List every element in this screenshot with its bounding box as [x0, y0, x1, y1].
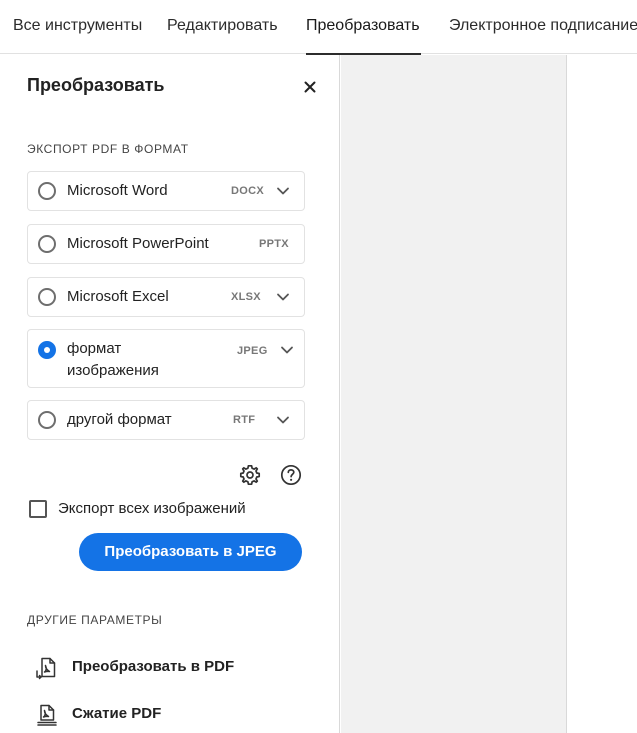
compress-pdf-label: Сжатие PDF [72, 705, 162, 722]
help-button[interactable] [279, 463, 303, 487]
tab-e-sign[interactable]: Электронное подписание [449, 0, 637, 54]
format-option-image[interactable]: формат изображения JPEG [27, 329, 305, 388]
tab-edit[interactable]: Редактировать [167, 0, 278, 54]
export-all-images-label: Экспорт всех изображений [58, 500, 246, 517]
format-option-other[interactable]: другой формат RTF [27, 400, 305, 440]
radio-word[interactable] [38, 182, 56, 200]
format-option-powerpoint[interactable]: Microsoft PowerPoint PPTX [27, 224, 305, 264]
help-icon [280, 464, 302, 486]
chevron-down-icon[interactable] [279, 342, 295, 358]
format-option-excel[interactable]: Microsoft Excel XLSX [27, 277, 305, 317]
top-tab-bar: Все инструменты Редактировать Преобразов… [0, 0, 637, 55]
format-extension: PPTX [259, 238, 289, 250]
format-option-word[interactable]: Microsoft Word DOCX [27, 171, 305, 211]
format-option-label: Microsoft Word [67, 182, 168, 199]
right-blank-area [567, 55, 637, 733]
chevron-down-icon[interactable] [275, 289, 291, 305]
export-section-label: ЭКСПОРТ PDF В ФОРМАТ [27, 142, 189, 156]
format-option-label: формат изображения [67, 340, 159, 379]
chevron-down-icon[interactable] [275, 412, 291, 428]
gear-icon [239, 464, 261, 486]
radio-image[interactable] [38, 341, 56, 359]
format-extension: XLSX [231, 291, 261, 303]
convert-to-jpeg-button[interactable]: Преобразовать в JPEG [79, 533, 302, 571]
close-icon [304, 81, 316, 93]
format-extension: JPEG [237, 345, 268, 357]
convert-to-pdf-icon [36, 657, 56, 680]
format-option-label: Microsoft PowerPoint [67, 235, 209, 252]
tab-all-tools[interactable]: Все инструменты [13, 0, 142, 54]
convert-to-pdf-label: Преобразовать в PDF [72, 658, 235, 675]
document-viewer [341, 55, 567, 733]
format-extension: DOCX [231, 185, 264, 197]
format-option-label: другой формат [67, 411, 172, 428]
settings-button[interactable] [238, 463, 262, 487]
format-option-label: Microsoft Excel [67, 288, 169, 305]
other-options-section-label: ДРУГИЕ ПАРАМЕТРЫ [27, 613, 163, 627]
panel-title: Преобразовать [27, 75, 165, 95]
radio-powerpoint[interactable] [38, 235, 56, 253]
tab-convert[interactable]: Преобразовать [306, 0, 421, 55]
format-extension: RTF [233, 414, 256, 426]
radio-excel[interactable] [38, 288, 56, 306]
close-panel-button[interactable] [298, 75, 322, 99]
radio-other[interactable] [38, 411, 56, 429]
compress-pdf-icon [37, 704, 57, 726]
convert-panel: Преобразовать ЭКСПОРТ PDF В ФОРМАТ Micro… [0, 55, 340, 733]
export-all-images-checkbox[interactable] [29, 500, 47, 518]
chevron-down-icon[interactable] [275, 183, 291, 199]
